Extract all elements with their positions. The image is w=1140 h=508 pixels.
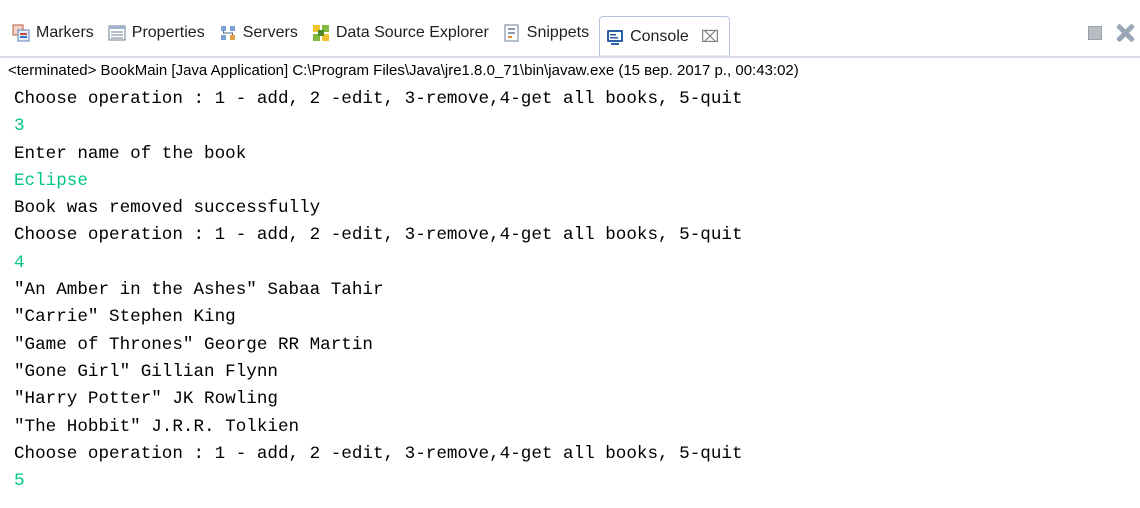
console-output-line: "The Hobbit" J.R.R. Tolkien [14,416,300,437]
markers-icon [12,24,30,42]
window-controls [1088,22,1136,44]
tab-snippets[interactable]: Snippets [499,16,595,50]
tab-properties[interactable]: Properties [104,16,211,50]
console-input-line: Eclipse [14,170,88,191]
properties-icon [108,24,126,42]
minimize-button[interactable] [1088,26,1102,40]
console-output-line: "Gone Girl" Gillian Flynn [14,361,278,382]
console-status: <terminated> BookMain [Java Application]… [8,62,799,79]
console-output-line: Book was removed successfully [14,198,321,219]
console-output[interactable]: Choose operation : 1 - add, 2 -edit, 3-r… [14,86,1130,495]
console-icon [606,28,624,46]
tab-data-source-explorer[interactable]: Data Source Explorer [308,16,495,50]
tab-label: Servers [242,24,298,41]
console-input-line: 5 [14,471,25,492]
data-source-icon [312,24,330,42]
tab-list: Markers Properties Servers Data Source E… [8,16,734,56]
snippets-icon [503,24,521,42]
tab-label: Properties [131,24,205,41]
console-output-line: Choose operation : 1 - add, 2 -edit, 3-r… [14,89,743,109]
tab-markers[interactable]: Markers [8,16,100,50]
console-input-line: 3 [14,116,25,137]
close-view-button[interactable] [1114,22,1136,44]
tab-console[interactable]: Console ⌧ [599,16,731,56]
console-output-line: "Game of Thrones" George RR Martin [14,334,373,355]
console-output-line: Enter name of the book [14,143,247,164]
view-tab-bar: Markers Properties Servers Data Source E… [0,0,1140,58]
tab-label: Snippets [526,24,590,41]
tab-servers[interactable]: Servers [215,16,304,50]
servers-icon [219,24,237,42]
console-output-line: Choose operation : 1 - add, 2 -edit, 3-r… [14,443,743,464]
tab-label: Markers [36,24,94,41]
console-output-line: "Carrie" Stephen King [14,307,236,328]
tab-label: Console [630,27,689,45]
tab-label: Data Source Explorer [335,24,489,41]
console-output-line: "Harry Potter" JK Rowling [14,389,278,410]
console-output-line: "An Amber in the Ashes" Sabaa Tahir [14,280,384,301]
console-input-line: 4 [14,252,25,273]
close-tab-icon[interactable]: ⌧ [701,27,719,47]
console-output-line: Choose operation : 1 - add, 2 -edit, 3-r… [14,225,743,246]
